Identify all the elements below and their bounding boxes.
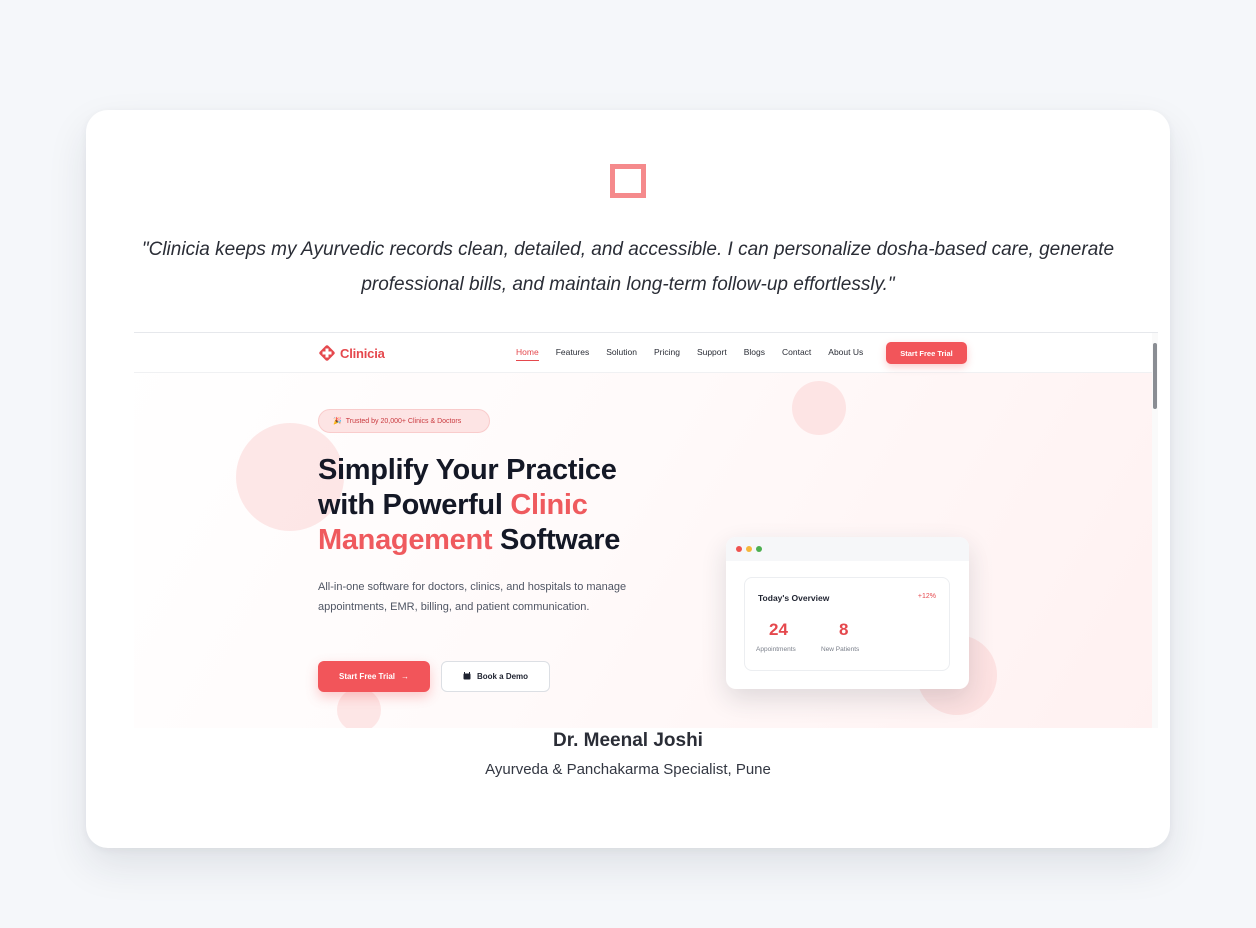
book-demo-button[interactable]: Book a Demo [441,661,550,692]
overview-panel: Today's Overview +12% 24 Appointments 8 … [744,577,950,671]
product-screenshot: Clinicia Home Features Solution Pricing … [134,332,1158,728]
trust-badge-label: Trusted by 20,000+ Clinics & Doctors [345,417,462,425]
nav-item-solution[interactable]: Solution [606,347,637,361]
author-name: Dr. Meenal Joshi [553,730,703,751]
arrow-right-icon: → [401,672,410,681]
nav-links: Home Features Solution Pricing Support B… [516,347,863,361]
nav-item-support[interactable]: Support [697,347,727,361]
site-navbar: Clinicia Home Features Solution Pricing … [134,333,1158,373]
clinicia-logo[interactable]: Clinicia [318,343,385,363]
medical-cross-icon [318,344,336,362]
minimize-dot-icon [746,546,752,552]
calendar-icon [463,671,471,682]
decor-circle [792,381,846,435]
decor-circle [337,688,381,728]
hero-highlight-clinic: Clinic [510,489,588,521]
nav-item-about[interactable]: About Us [828,347,863,361]
nav-item-features[interactable]: Features [556,347,590,361]
nav-item-contact[interactable]: Contact [782,347,811,361]
hero-line-1: Simplify Your Practice [318,454,617,486]
book-demo-label: Book a Demo [476,672,529,681]
hero-line-3b: Software [492,524,621,556]
trust-badge: 🎉 Trusted by 20,000+ Clinics & Doctors [318,409,490,433]
hero-title: Simplify Your Practice with Powerful Cli… [318,453,698,558]
overview-widget: Today's Overview +12% 24 Appointments 8 … [726,537,969,689]
brand-name: Clinicia [340,345,385,361]
nav-item-blogs[interactable]: Blogs [744,347,765,361]
hero-subtitle: All-in-one software for doctors, clinics… [318,581,627,613]
new-patients-label: New Patients [821,646,860,653]
close-dot-icon [736,546,742,552]
party-icon: 🎉 [333,418,342,425]
overview-title: Today's Overview [758,593,830,603]
window-controls [726,537,969,561]
nav-item-home[interactable]: Home [516,347,539,361]
scrollbar[interactable] [1152,333,1158,728]
start-free-trial-label: Start Free Trial [338,672,396,681]
hero-line-2a: with Powerful [318,489,511,521]
maximize-dot-icon [756,546,762,552]
testimonial-quote: "Clinicia keeps my Ayurvedic records cle… [141,239,1115,295]
nav-start-trial-button[interactable]: Start Free Trial [886,342,967,364]
testimonial-card: "Clinicia keeps my Ayurvedic records cle… [86,110,1170,848]
new-patients-count: 8 [839,620,849,639]
overview-change: +12% [917,593,936,600]
nav-item-pricing[interactable]: Pricing [654,347,680,361]
start-free-trial-button[interactable]: Start Free Trial → [318,661,430,692]
appointments-label: Appointments [756,646,796,653]
quote-icon [610,164,646,198]
appointments-count: 24 [769,620,788,639]
author-role: Ayurveda & Panchakarma Specialist, Pune [485,761,771,778]
hero-highlight-management: Management [318,524,493,556]
scrollbar-thumb[interactable] [1153,343,1157,409]
